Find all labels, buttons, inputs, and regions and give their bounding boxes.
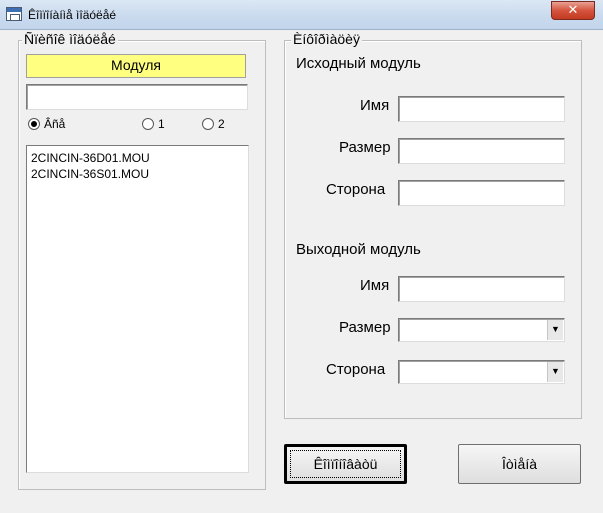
radio-1-label[interactable]: 1 xyxy=(158,117,165,131)
output-size-select[interactable]: ▼ xyxy=(398,318,565,342)
output-side-label: Сторона xyxy=(326,361,386,378)
list-item[interactable]: 2CINCIN-36S01.MOU xyxy=(27,166,248,182)
radio-2[interactable] xyxy=(202,118,214,130)
cancel-button[interactable]: Îòìåíà xyxy=(458,444,581,484)
output-name-field[interactable] xyxy=(398,276,565,302)
module-list-legend: Ñïèñîê ìîäóëåé xyxy=(22,31,118,47)
convert-button[interactable]: Êîìïîíîâàòü xyxy=(284,444,407,484)
source-side-label: Сторона xyxy=(326,181,386,198)
output-size-label: Размер xyxy=(339,319,391,336)
source-name-field[interactable] xyxy=(398,96,565,122)
radio-all[interactable] xyxy=(28,118,40,130)
source-name-label: Имя xyxy=(360,97,390,114)
close-button[interactable]: ✕ xyxy=(551,1,595,20)
radio-all-label[interactable]: Âñå xyxy=(44,117,65,131)
window-title: Êîìïîíàíìå ìîäóëåé xyxy=(28,8,117,22)
output-name-label: Имя xyxy=(360,277,390,294)
source-size-field[interactable] xyxy=(398,138,565,164)
module-filter-input[interactable] xyxy=(26,84,248,110)
source-size-label: Размер xyxy=(339,139,391,156)
output-module-heading: Выходной модуль xyxy=(296,241,421,258)
radio-2-label[interactable]: 2 xyxy=(218,117,225,131)
source-side-field[interactable] xyxy=(398,180,565,206)
radio-1[interactable] xyxy=(142,118,154,130)
chevron-down-icon[interactable]: ▼ xyxy=(547,320,563,340)
output-side-select[interactable]: ▼ xyxy=(398,360,565,384)
title-bar: Êîìïîíàíìå ìîäóëåé ✕ xyxy=(0,0,603,30)
chevron-down-icon[interactable]: ▼ xyxy=(547,362,563,382)
list-item[interactable]: 2CINCIN-36D01.MOU xyxy=(27,150,248,166)
source-module-heading: Исходный модуль xyxy=(296,55,421,72)
info-legend: Èíôîðìàöèÿ xyxy=(291,31,362,47)
app-window-icon xyxy=(6,7,22,21)
module-header-label: Модуля xyxy=(26,54,246,78)
module-file-list[interactable]: 2CINCIN-36D01.MOU 2CINCIN-36S01.MOU xyxy=(26,145,249,473)
